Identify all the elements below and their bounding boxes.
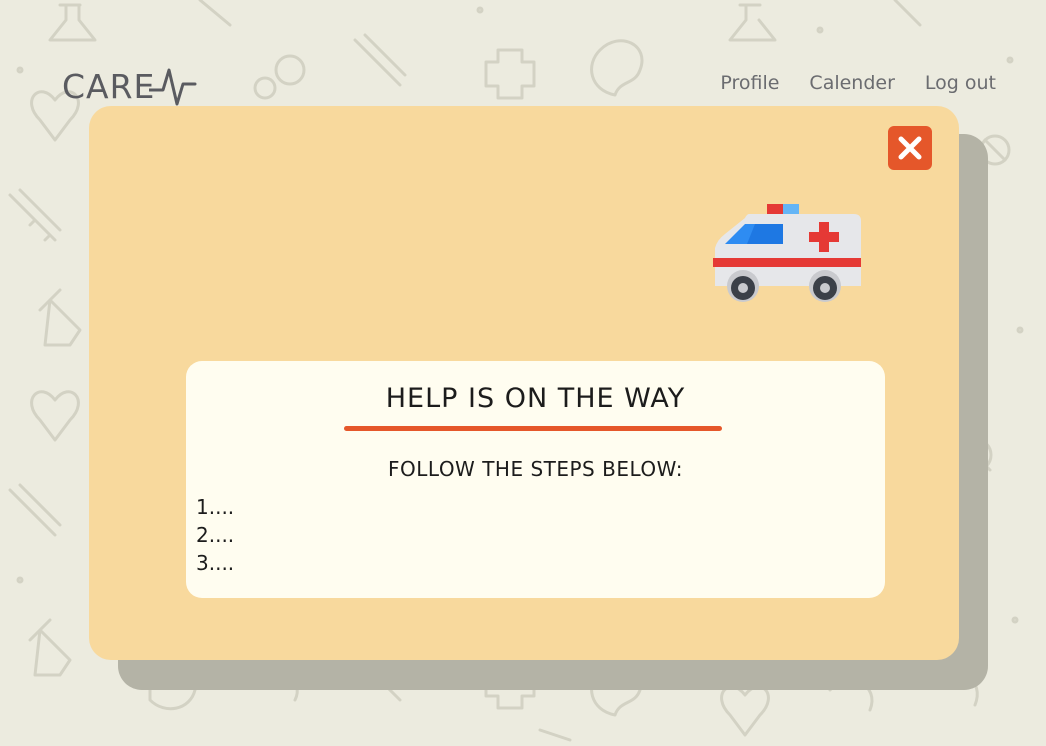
- list-item: 3....: [196, 551, 235, 575]
- steps-list: 1.... 2.... 3....: [196, 493, 234, 577]
- modal-subtitle: FOLLOW THE STEPS BELOW:: [388, 457, 683, 481]
- list-item: 1....: [196, 495, 235, 519]
- modal-title: HELP IS ON THE WAY: [385, 383, 686, 414]
- close-x-icon: [898, 136, 922, 160]
- care-logo[interactable]: CARE: [62, 64, 197, 108]
- ambulance-icon: [713, 204, 861, 302]
- emergency-modal: HELP IS ON THE WAY FOLLOW THE STEPS BELO…: [89, 106, 959, 660]
- top-nav: Profile Calender Log out: [720, 72, 996, 94]
- heartbeat-icon: [149, 68, 197, 106]
- nav-profile-link[interactable]: Profile: [720, 72, 779, 94]
- list-item: 2....: [196, 523, 235, 547]
- close-button[interactable]: [888, 126, 932, 170]
- logo-text: CARE: [62, 66, 156, 106]
- nav-calender-link[interactable]: Calender: [809, 72, 894, 94]
- nav-logout-link[interactable]: Log out: [925, 72, 996, 94]
- title-underline: [344, 426, 722, 431]
- instructions-card: HELP IS ON THE WAY FOLLOW THE STEPS BELO…: [186, 361, 885, 598]
